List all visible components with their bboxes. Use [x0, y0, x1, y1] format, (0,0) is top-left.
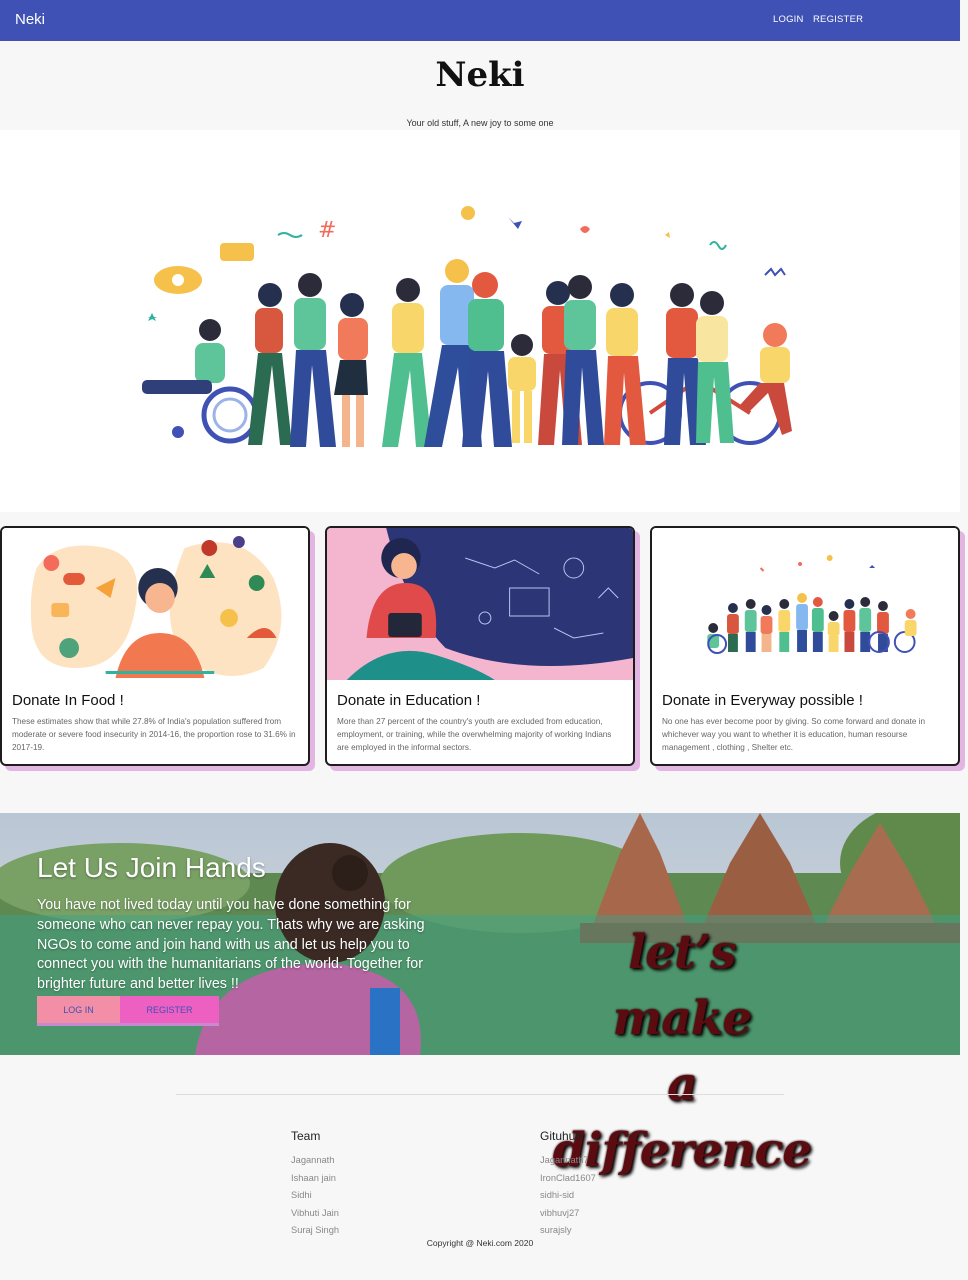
banner-title: Let Us Join Hands [37, 852, 266, 883]
team-member: Ishaan jain [291, 1172, 336, 1183]
slogan-line-1: let’s make [612, 925, 753, 1046]
nav-register-link[interactable]: REGISTER [813, 14, 863, 25]
top-navbar: Neki LOGIN REGISTER [0, 0, 960, 41]
card-title: Donate in Everyway possible ! [662, 692, 863, 709]
card-title: Donate In Food ! [12, 692, 124, 709]
nav-login-link[interactable]: LOGIN [773, 14, 804, 25]
github-link[interactable]: Jagannath7 [540, 1152, 596, 1170]
svg-text:#: # [318, 218, 336, 243]
card-donate-food[interactable]: Donate In Food ! These estimates show th… [0, 526, 310, 766]
register-button[interactable]: REGISTER [120, 996, 219, 1026]
github-heading: Gituhub [540, 1129, 583, 1143]
card-description: These estimates show that while 27.8% of… [12, 717, 296, 752]
team-member: Jagannath [291, 1155, 335, 1165]
team-heading: Team [291, 1129, 321, 1143]
site-tagline: Your old stuff, A new joy to some one [406, 118, 554, 128]
student-reading-image [327, 528, 633, 680]
team-list: Jagannath Ishaan jain Sidhi Vibhuti Jain… [291, 1152, 339, 1240]
card-description: More than 27 percent of the country's yo… [337, 717, 612, 752]
github-link[interactable]: sidhi-sid [540, 1187, 596, 1205]
team-member: Suraj Singh [291, 1225, 340, 1235]
footer-divider [176, 1094, 784, 1095]
copyright-text: Copyright @ Neki.com 2020 [426, 1238, 534, 1248]
brand-link[interactable]: Neki [15, 11, 45, 28]
github-link[interactable]: surajsly [540, 1222, 596, 1240]
github-link[interactable]: vibhuvj27 [540, 1205, 596, 1223]
crowd-illustration: # [142, 206, 792, 447]
slogan-text: let’s make a difference [552, 920, 812, 1184]
card-donate-education[interactable]: Donate in Education ! More than 27 perce… [325, 526, 635, 766]
card-title: Donate in Education ! [337, 692, 481, 709]
team-member: Sidhi [291, 1190, 312, 1200]
login-button[interactable]: LOG IN [37, 996, 120, 1026]
github-list: Jagannath7 IronClad1607 sidhi-sid vibhuv… [540, 1152, 596, 1240]
github-link[interactable]: IronClad1607 [540, 1170, 596, 1188]
card-description: No one has ever become poor by giving. S… [662, 717, 926, 752]
team-member: Vibhuti Jain [291, 1207, 339, 1218]
crowd-small-image [652, 528, 958, 680]
food-woman-image [2, 528, 308, 680]
site-title: Neki [435, 55, 525, 95]
card-donate-everyway[interactable]: Donate in Everyway possible ! No one has… [650, 526, 960, 766]
banner-description: You have not lived today until you have … [37, 897, 425, 993]
